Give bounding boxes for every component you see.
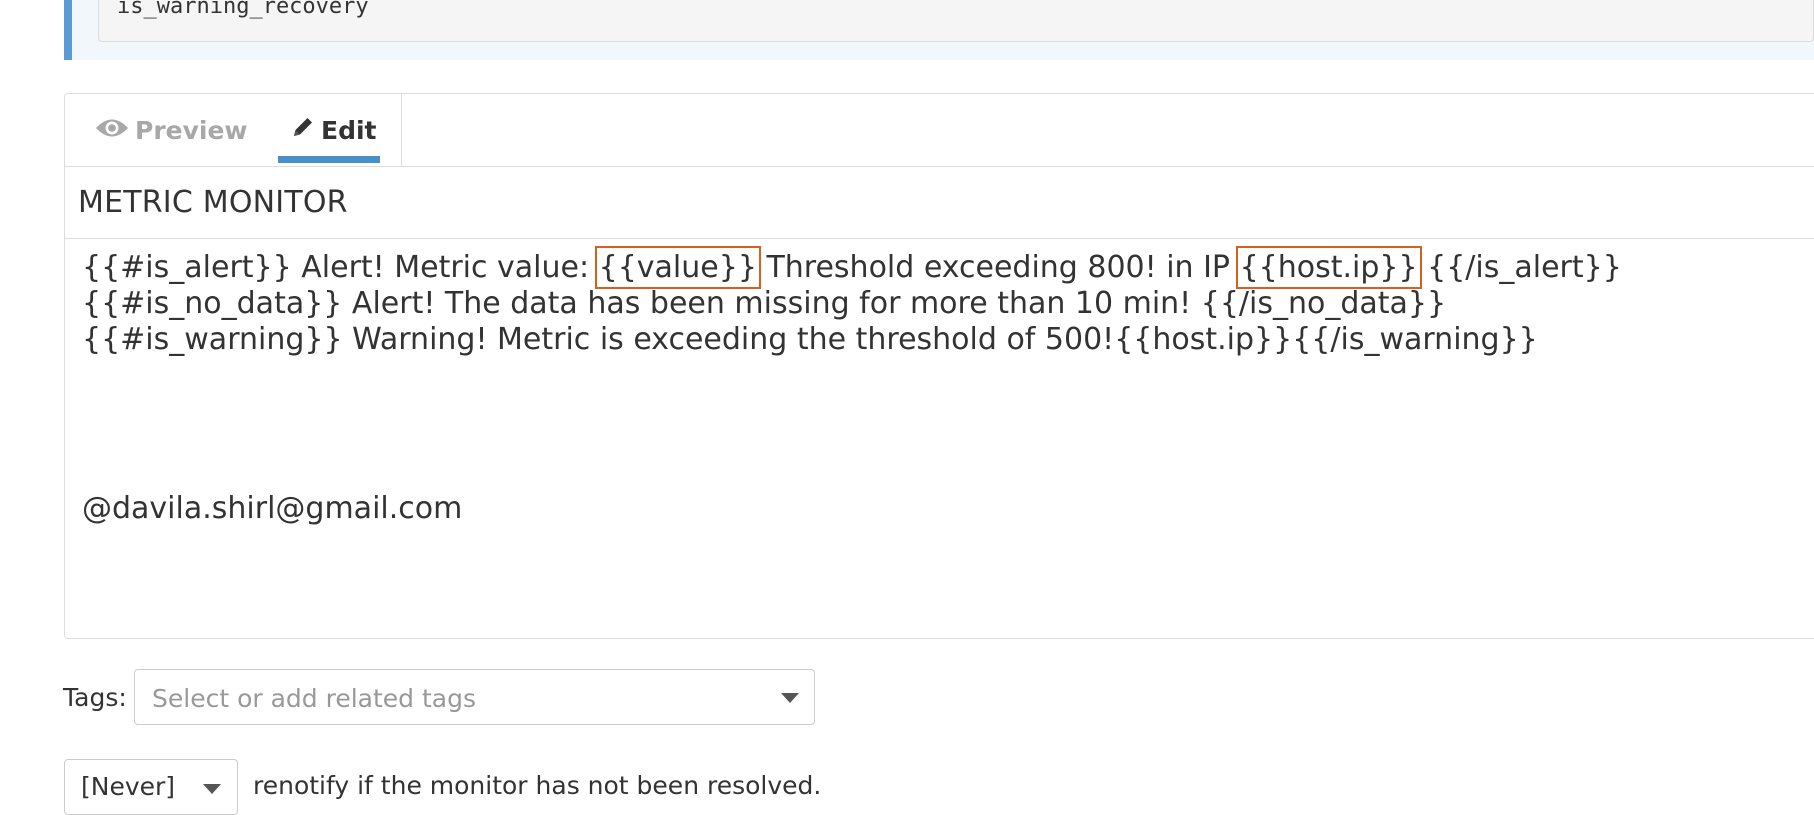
- message-editor: Preview Edit METRIC MONITOR {{#is_alert}…: [64, 93, 1814, 639]
- line1-text-a: {{#is_alert}} Alert! Metric value:: [82, 250, 599, 285]
- tags-select[interactable]: Select or add related tags: [134, 669, 815, 725]
- message-title-field[interactable]: METRIC MONITOR: [65, 167, 1814, 239]
- tags-placeholder: Select or add related tags: [152, 684, 476, 713]
- line1-text-b: Threshold exceeding 800! in IP: [756, 250, 1240, 285]
- line1-text-c: {{/is_alert}}: [1417, 250, 1622, 285]
- chevron-down-icon: [781, 693, 799, 703]
- tab-edit[interactable]: Edit: [291, 112, 377, 148]
- mention-email: @davila.shirl@gmail.com: [82, 491, 463, 526]
- tab-edit-label: Edit: [321, 115, 377, 145]
- tab-preview-label: Preview: [135, 115, 248, 145]
- code-block: is_warning_recovery: [98, 0, 1814, 42]
- message-body-field[interactable]: {{#is_alert}} Alert! Metric value: {{val…: [82, 246, 1802, 358]
- renotify-value: [Never]: [81, 772, 176, 801]
- tags-label: Tags:: [63, 683, 127, 712]
- eye-icon: [95, 116, 129, 145]
- chevron-down-icon: [203, 784, 221, 794]
- editor-tabs: Preview Edit: [65, 94, 402, 166]
- body-line-2: {{#is_no_data}} Alert! The data has been…: [82, 286, 1447, 321]
- value-variable-highlight: {{value}}: [594, 246, 761, 289]
- tab-preview[interactable]: Preview: [95, 112, 248, 148]
- pencil-icon: [291, 115, 315, 145]
- host-ip-variable-highlight: {{host.ip}}: [1235, 246, 1422, 289]
- body-line-3: {{#is_warning}} Warning! Metric is excee…: [82, 322, 1538, 357]
- renotify-select[interactable]: [Never]: [64, 759, 238, 815]
- active-tab-indicator: [278, 156, 380, 163]
- body-line-1: {{#is_alert}} Alert! Metric value: {{val…: [82, 246, 1622, 289]
